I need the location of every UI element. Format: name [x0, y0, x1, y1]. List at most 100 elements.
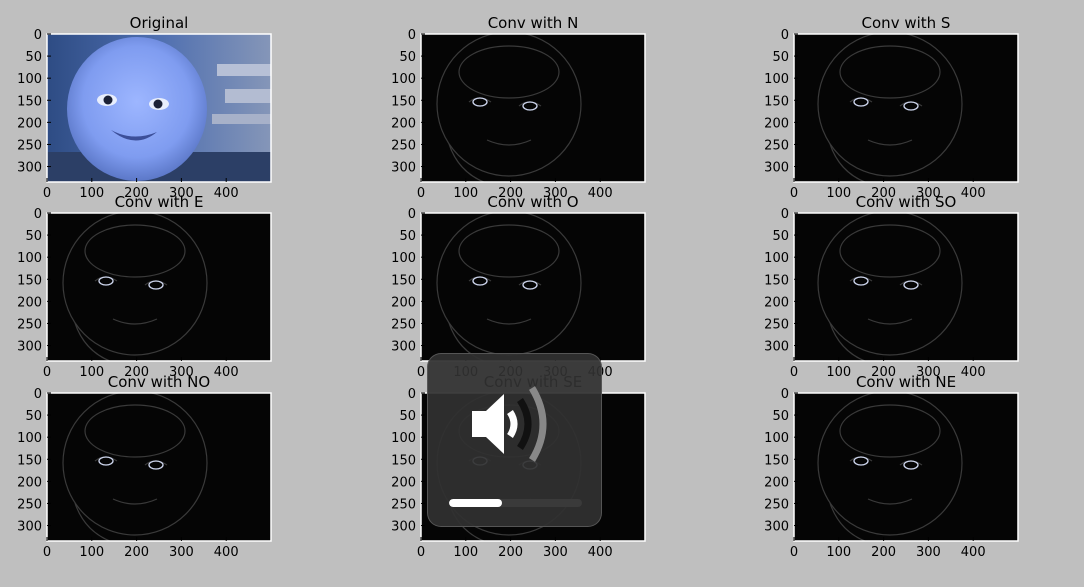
subplot-title: Conv with NO [108, 373, 210, 391]
x-tick-label: 100 [79, 545, 104, 560]
x-tick-label: 100 [453, 186, 478, 201]
subplot-image [46, 392, 272, 542]
y-tick-label: 50 [772, 409, 789, 424]
x-tick-label: 200 [124, 545, 149, 560]
subplot-title: Conv with O [487, 193, 578, 211]
y-tick-label: 150 [391, 453, 416, 468]
x-tick-label: 300 [169, 545, 194, 560]
x-tick-label: 400 [961, 545, 986, 560]
y-tick-label: 200 [17, 116, 42, 131]
subplot-image [420, 212, 646, 362]
y-tick-label: 100 [17, 431, 42, 446]
y-tick-label: 100 [391, 431, 416, 446]
subplot-panel: Original0 100 200 300 400050100150200250300 [17, 14, 272, 201]
volume-level-track [449, 499, 582, 507]
x-tick-label: 400 [961, 365, 986, 380]
y-tick-label: 50 [399, 229, 416, 244]
photo-face [67, 37, 207, 181]
y-tick-label: 150 [391, 94, 416, 109]
x-tick-label: 0 [417, 186, 425, 201]
y-tick-label: 250 [764, 317, 789, 332]
x-tick-label: 0 [790, 365, 798, 380]
photo-pupil-left [103, 95, 113, 105]
y-tick-label: 300 [764, 161, 789, 176]
y-tick-label: 300 [17, 520, 42, 535]
photo-shelf [212, 114, 271, 124]
y-tick-label: 0 [408, 387, 416, 402]
y-tick-label: 0 [781, 387, 789, 402]
y-tick-label: 100 [764, 251, 789, 266]
y-tick-label: 150 [764, 94, 789, 109]
y-tick-label: 100 [17, 251, 42, 266]
y-tick-label: 200 [391, 295, 416, 310]
y-tick-label: 200 [764, 295, 789, 310]
y-tick-label: 0 [781, 207, 789, 222]
y-tick-label: 250 [17, 317, 42, 332]
y-tick-label: 50 [399, 409, 416, 424]
y-tick-label: 300 [17, 340, 42, 355]
x-tick-label: 400 [588, 545, 613, 560]
y-tick-label: 200 [391, 475, 416, 490]
subplot-panel: Conv with NE 0 100 200 300 400 0 50 100 150 200 250… [764, 373, 1019, 560]
y-tick-label: 250 [17, 138, 42, 153]
y-tick-label: 150 [391, 273, 416, 288]
subplot-image [793, 33, 1019, 183]
subplot-panel: Conv with E0 100 200 300 4000501001502002503… [17, 193, 272, 380]
volume-osd [427, 353, 602, 527]
x-tick-label: 200 [871, 545, 896, 560]
y-tick-label: 50 [772, 50, 789, 65]
subplot-title: Conv with N [488, 14, 579, 32]
y-tick-label: 250 [764, 138, 789, 153]
x-tick-label: 0 [43, 186, 51, 201]
y-tick-label: 200 [391, 116, 416, 131]
y-tick-label: 250 [391, 138, 416, 153]
photo-shelf [217, 64, 271, 76]
y-tick-label: 300 [391, 520, 416, 535]
x-tick-label: 100 [826, 545, 851, 560]
subplot-panel: Conv with NO 0 100 200 300 400 0 50 100 150 200 250… [17, 373, 272, 560]
y-tick-label: 50 [25, 229, 42, 244]
y-tick-label: 250 [764, 497, 789, 512]
speaker-volume-icon [472, 386, 547, 462]
y-tick-label: 100 [17, 72, 42, 87]
y-tick-label: 250 [391, 317, 416, 332]
x-tick-label: 400 [214, 365, 239, 380]
subplot-panel: Conv with O01002003004000501001502002503… [391, 193, 646, 380]
y-tick-label: 300 [764, 340, 789, 355]
subplot-panel: Conv with S0 100 200 300 4000501001502002503… [764, 14, 1019, 201]
x-tick-label: 400 [588, 186, 613, 201]
y-tick-label: 200 [17, 295, 42, 310]
subplot-title: Conv with E [115, 193, 204, 211]
x-tick-label: 400 [214, 545, 239, 560]
y-tick-label: 150 [17, 273, 42, 288]
y-tick-label: 50 [25, 409, 42, 424]
volume-level-fill [449, 499, 503, 507]
y-tick-label: 150 [17, 453, 42, 468]
x-tick-label: 300 [543, 545, 568, 560]
y-tick-label: 50 [399, 50, 416, 65]
y-tick-label: 300 [391, 340, 416, 355]
y-tick-label: 100 [391, 251, 416, 266]
x-tick-label: 100 [826, 365, 851, 380]
x-tick-label: 0 [417, 545, 425, 560]
subplot-panel: Conv with N0 100 200 300 4000501001502002503… [391, 14, 646, 201]
x-tick-label: 0 [43, 365, 51, 380]
subplot-panel: Conv with SO0 100 200 300 400050100150200250… [764, 193, 1019, 380]
subplot-title: Conv with SO [856, 193, 957, 211]
subplot-image [420, 33, 646, 183]
y-tick-label: 50 [25, 50, 42, 65]
y-tick-label: 0 [408, 207, 416, 222]
x-tick-label: 0 [417, 365, 425, 380]
edge-map-background [794, 34, 1018, 182]
y-tick-label: 150 [764, 453, 789, 468]
y-tick-label: 200 [17, 475, 42, 490]
edge-map-background [794, 393, 1018, 541]
x-tick-label: 100 [453, 545, 478, 560]
x-tick-label: 100 [826, 186, 851, 201]
x-tick-label: 0 [43, 545, 51, 560]
x-tick-label: 200 [498, 545, 523, 560]
y-tick-label: 300 [17, 161, 42, 176]
y-tick-label: 0 [34, 28, 42, 43]
y-tick-label: 50 [772, 229, 789, 244]
y-tick-label: 200 [764, 475, 789, 490]
